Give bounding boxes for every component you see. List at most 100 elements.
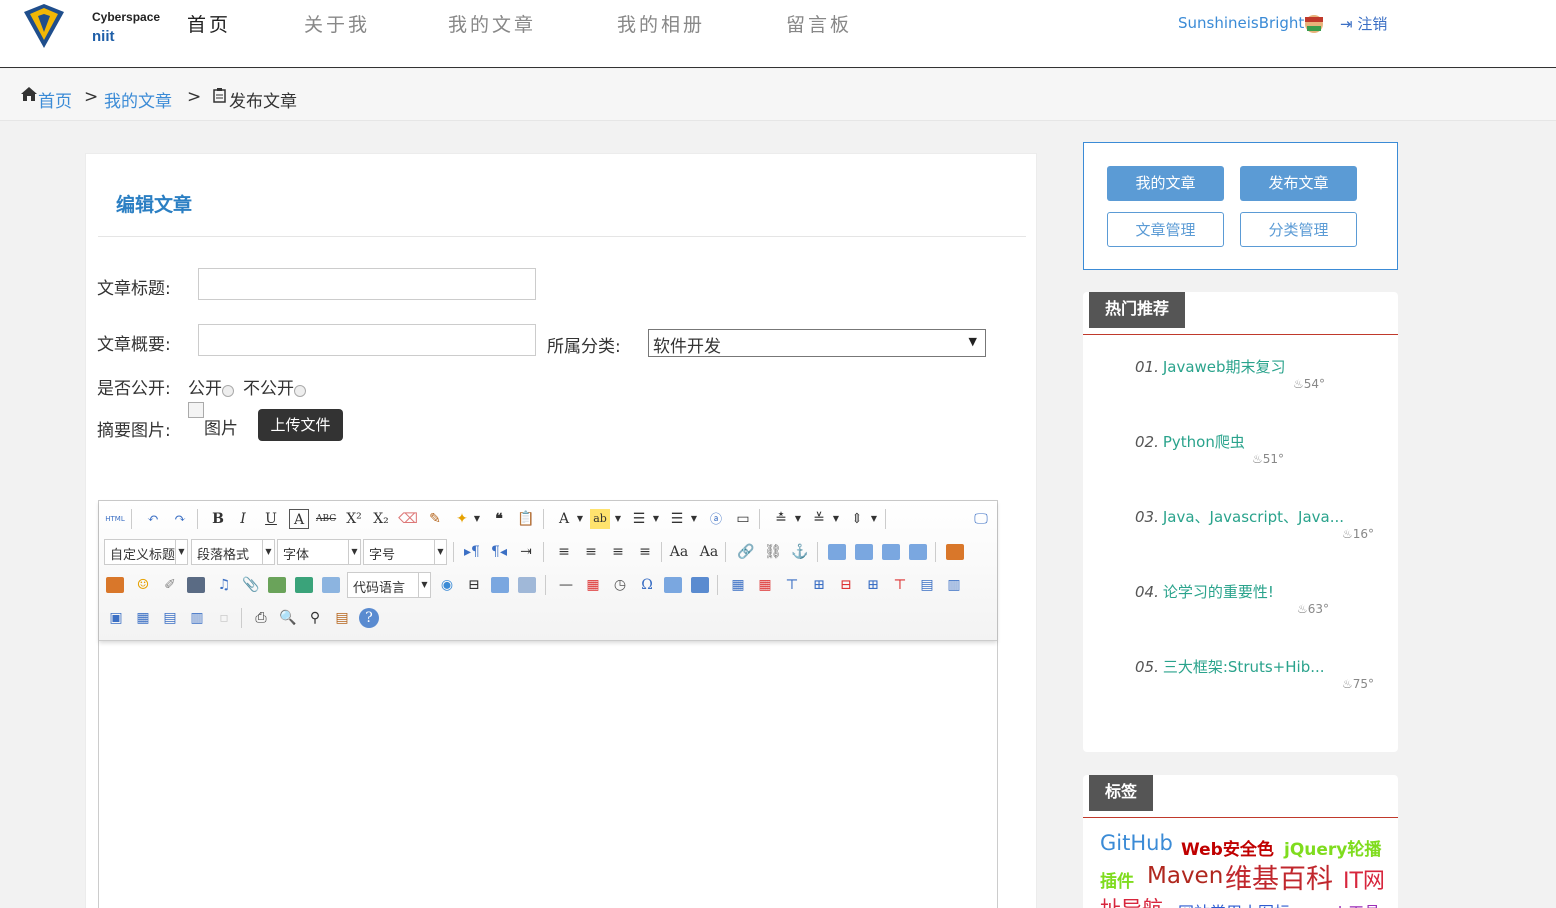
chevron-down-icon[interactable]: ▼ bbox=[826, 509, 846, 529]
avatar[interactable] bbox=[1302, 13, 1326, 35]
special-char-icon[interactable]: Ω bbox=[637, 575, 657, 595]
nav-articles[interactable]: 我的文章 bbox=[448, 10, 536, 37]
chart-icon[interactable]: ▫ bbox=[214, 608, 234, 628]
category-select[interactable]: 软件开发 ▼ bbox=[648, 329, 986, 357]
paste-plain-icon[interactable]: 📋 bbox=[516, 509, 536, 529]
split-to-rows-icon[interactable]: ▤ bbox=[160, 608, 180, 628]
public-radio[interactable] bbox=[222, 385, 234, 397]
title-input[interactable] bbox=[198, 268, 536, 300]
tag-link[interactable]: web工具 bbox=[1315, 899, 1380, 908]
italic-icon[interactable]: I bbox=[233, 509, 253, 529]
tag-link[interactable]: 插件 bbox=[1100, 867, 1134, 892]
code-language-select[interactable]: 代码语言 ▼ bbox=[347, 572, 431, 598]
unlink-icon[interactable]: ⛓ bbox=[763, 542, 783, 562]
image-none-icon[interactable] bbox=[828, 544, 846, 560]
drafts-icon[interactable]: ▤ bbox=[332, 608, 352, 628]
logout-link[interactable]: ⇥ 注销 bbox=[1340, 13, 1387, 34]
background-icon[interactable] bbox=[518, 577, 536, 593]
hot-item[interactable]: 04. 论学习的重要性! bbox=[1135, 581, 1274, 602]
simple-upload-icon[interactable] bbox=[946, 544, 964, 560]
eraser-icon[interactable]: ⌫ bbox=[398, 509, 418, 529]
tag-link[interactable]: 维基百科 bbox=[1225, 857, 1333, 896]
insert-table-icon[interactable]: ▦ bbox=[728, 575, 748, 595]
breadcrumb-home[interactable]: 首页 bbox=[38, 87, 72, 112]
split-to-cols-icon[interactable]: ▥ bbox=[187, 608, 207, 628]
anchor-icon[interactable]: ⚓ bbox=[790, 542, 810, 562]
help-icon[interactable]: ? bbox=[359, 608, 379, 628]
hot-item[interactable]: 01. Javaweb期末复习 bbox=[1135, 356, 1286, 377]
nav-guestbook[interactable]: 留言板 bbox=[786, 10, 852, 37]
link-icon[interactable]: 🔗 bbox=[736, 542, 756, 562]
insert-row-icon[interactable]: ⊞ bbox=[809, 575, 829, 595]
align-justify-icon[interactable]: ≡ bbox=[635, 542, 655, 562]
public-option[interactable]: 公开 bbox=[188, 374, 234, 399]
upload-button[interactable]: 上传文件 bbox=[258, 409, 343, 441]
hot-item[interactable]: 02. Python爬虫 bbox=[1135, 431, 1245, 452]
font-border-icon[interactable]: A bbox=[289, 509, 309, 529]
web-app-icon[interactable]: ◉ bbox=[437, 575, 457, 595]
map-icon[interactable] bbox=[268, 577, 286, 593]
html-source-icon[interactable]: HTML bbox=[105, 509, 125, 529]
underline-icon[interactable]: U bbox=[261, 509, 281, 529]
tag-link[interactable]: GitHub bbox=[1100, 831, 1173, 855]
tag-link[interactable]: IT网 bbox=[1343, 863, 1385, 895]
chevron-down-icon[interactable]: ▼ bbox=[788, 509, 808, 529]
publish-article-button[interactable]: 发布文章 bbox=[1240, 166, 1357, 201]
nav-album[interactable]: 我的相册 bbox=[617, 10, 705, 37]
editor-body[interactable] bbox=[99, 642, 997, 908]
gmap-icon[interactable] bbox=[295, 577, 313, 593]
superscript-icon[interactable]: X² bbox=[344, 509, 364, 529]
username-link[interactable]: SunshineisBright bbox=[1178, 14, 1304, 32]
horizontal-rule-icon[interactable]: — bbox=[556, 575, 576, 595]
hot-item[interactable]: 05. 三大框架:Struts+Hib... bbox=[1135, 656, 1325, 677]
insert-music-icon[interactable]: ♫ bbox=[214, 575, 234, 595]
tag-link[interactable]: 网站常用小图标 bbox=[1178, 899, 1290, 908]
blockquote-icon[interactable]: ❝ bbox=[489, 509, 509, 529]
delete-col-icon[interactable]: ⊤ bbox=[890, 575, 910, 595]
rtl-icon[interactable]: ¶◂ bbox=[489, 542, 509, 562]
snapscreen-icon[interactable] bbox=[664, 577, 682, 593]
highlight-color-icon[interactable]: ab bbox=[590, 509, 610, 529]
merge-cells-icon[interactable]: ▤ bbox=[917, 575, 937, 595]
date-icon[interactable]: ▦ bbox=[583, 575, 603, 595]
delete-row-icon[interactable]: ⊟ bbox=[836, 575, 856, 595]
insert-paragraph-before-table-icon[interactable]: ⊤ bbox=[782, 575, 802, 595]
redo-icon[interactable]: ↷ bbox=[170, 509, 190, 529]
site-logo[interactable]: Cyberspace niit bbox=[22, 2, 160, 50]
fullscreen-icon[interactable]: 🖵 bbox=[971, 509, 991, 529]
merge-down-icon[interactable]: ▣ bbox=[106, 608, 126, 628]
tag-link[interactable]: 址导航 bbox=[1100, 893, 1163, 908]
split-to-cells-icon[interactable]: ▦ bbox=[133, 608, 153, 628]
font-family-select[interactable]: 字体 ▼ bbox=[277, 539, 361, 565]
to-uppercase-icon[interactable]: Aa bbox=[669, 542, 689, 562]
chevron-down-icon[interactable]: ▼ bbox=[864, 509, 884, 529]
manage-categories-button[interactable]: 分类管理 bbox=[1240, 212, 1357, 247]
nav-about[interactable]: 关于我 bbox=[304, 10, 370, 37]
private-radio[interactable] bbox=[294, 385, 306, 397]
template-icon[interactable] bbox=[491, 577, 509, 593]
page-break-icon[interactable]: ⊟ bbox=[464, 575, 484, 595]
insert-image-icon[interactable] bbox=[106, 577, 124, 593]
manage-articles-button[interactable]: 文章管理 bbox=[1107, 212, 1224, 247]
insert-frame-icon[interactable] bbox=[322, 577, 340, 593]
my-articles-button[interactable]: 我的文章 bbox=[1107, 166, 1224, 201]
scrawl-icon[interactable]: ✐ bbox=[160, 575, 180, 595]
undo-icon[interactable]: ↶ bbox=[143, 509, 163, 529]
indent-icon[interactable]: ⇥ bbox=[516, 542, 536, 562]
emoticon-icon[interactable]: ☺ bbox=[133, 575, 153, 595]
preview-icon[interactable]: 🔍 bbox=[278, 608, 298, 628]
align-right-icon[interactable]: ≡ bbox=[608, 542, 628, 562]
nav-home[interactable]: 首页 bbox=[187, 10, 231, 37]
image-right-icon[interactable] bbox=[882, 544, 900, 560]
subscript-icon[interactable]: X₂ bbox=[371, 509, 391, 529]
select-all-icon[interactable]: ⓐ bbox=[706, 509, 726, 529]
time-icon[interactable]: ◷ bbox=[610, 575, 630, 595]
private-option[interactable]: 不公开 bbox=[243, 374, 306, 399]
ltr-icon[interactable]: ▸¶ bbox=[462, 542, 482, 562]
insert-video-icon[interactable] bbox=[187, 577, 205, 593]
merge-right-icon[interactable]: ▥ bbox=[944, 575, 964, 595]
strikethrough-icon[interactable]: ABC bbox=[316, 509, 336, 529]
align-left-icon[interactable]: ≡ bbox=[554, 542, 574, 562]
tag-link[interactable]: Maven bbox=[1147, 863, 1223, 889]
font-size-select[interactable]: 字号 ▼ bbox=[363, 539, 447, 565]
